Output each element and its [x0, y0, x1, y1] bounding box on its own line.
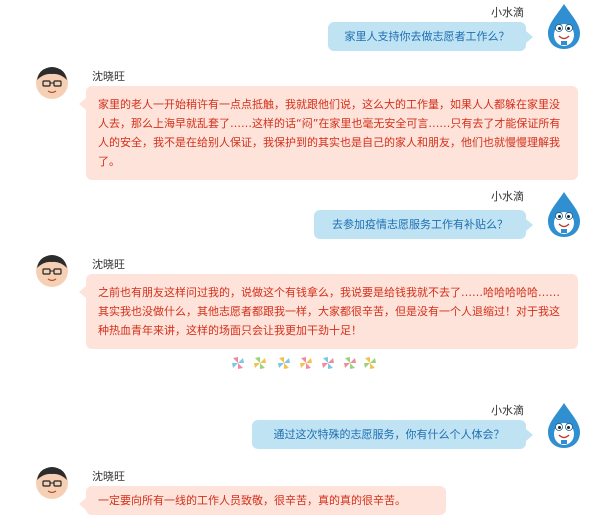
pinwheel-icon — [300, 357, 312, 369]
chat-bubble-volunteer: 之前也有朋友这样问过我的，说做这个有钱拿么，我说要是给钱我就不去了……哈哈哈哈哈… — [79, 274, 578, 349]
pinwheel-icon — [322, 357, 334, 369]
sender-name-volunteer: 沈晓旺 — [92, 470, 125, 483]
message-text: 一定要向所有一线的工作人员致敬，很辛苦，真的真的很辛苦。 — [98, 494, 406, 507]
water-drop-mascot-icon — [542, 398, 586, 456]
sender-name-volunteer: 沈晓旺 — [92, 258, 125, 271]
sender-name-reporter: 小水滴 — [491, 404, 524, 417]
message-text: 之前也有朋友这样问过我的，说做这个有钱拿么，我说要是给钱我就不去了……哈哈哈哈哈… — [98, 286, 560, 337]
sender-name-reporter: 小水滴 — [491, 190, 524, 203]
water-drop-mascot-icon — [542, 2, 586, 54]
sender-name-reporter: 小水滴 — [491, 6, 524, 19]
message-text: 家里人支持你去做志愿者工作么？ — [344, 30, 510, 43]
water-drop-mascot-icon — [542, 188, 586, 244]
message-text: 家里的老人一开始稍许有一点点抵触，我就跟他们说，这么大的工作量，如果人人都躲在家… — [98, 98, 561, 168]
person-glasses-avatar-icon — [34, 64, 70, 104]
message-text: 通过这次特殊的志愿服务，你有什么个人体会？ — [273, 428, 505, 441]
chat-bubble-reporter: 通过这次特殊的志愿服务，你有什么个人体会？ — [252, 420, 533, 449]
pinwheel-divider — [232, 357, 376, 369]
pinwheel-icon — [232, 357, 244, 369]
sender-name-volunteer: 沈晓旺 — [92, 70, 125, 83]
chat-bubble-reporter: 家里人支持你去做志愿者工作么？ — [328, 22, 533, 51]
pinwheel-icon — [278, 357, 290, 369]
pinwheel-icon — [364, 357, 376, 369]
chat-bubble-volunteer: 一定要向所有一线的工作人员致敬，很辛苦，真的真的很辛苦。 — [79, 486, 446, 515]
person-glasses-avatar-icon — [34, 464, 70, 504]
chat-bubble-reporter: 去参加疫情志愿服务工作有补贴么？ — [314, 210, 533, 239]
person-glasses-avatar-icon — [34, 252, 70, 292]
pinwheel-icon — [254, 357, 266, 369]
chat-bubble-volunteer: 家里的老人一开始稍许有一点点抵触，我就跟他们说，这么大的工作量，如果人人都躲在家… — [79, 86, 578, 180]
message-text: 去参加疫情志愿服务工作有补贴么？ — [332, 218, 508, 231]
pinwheel-icon — [344, 357, 356, 369]
